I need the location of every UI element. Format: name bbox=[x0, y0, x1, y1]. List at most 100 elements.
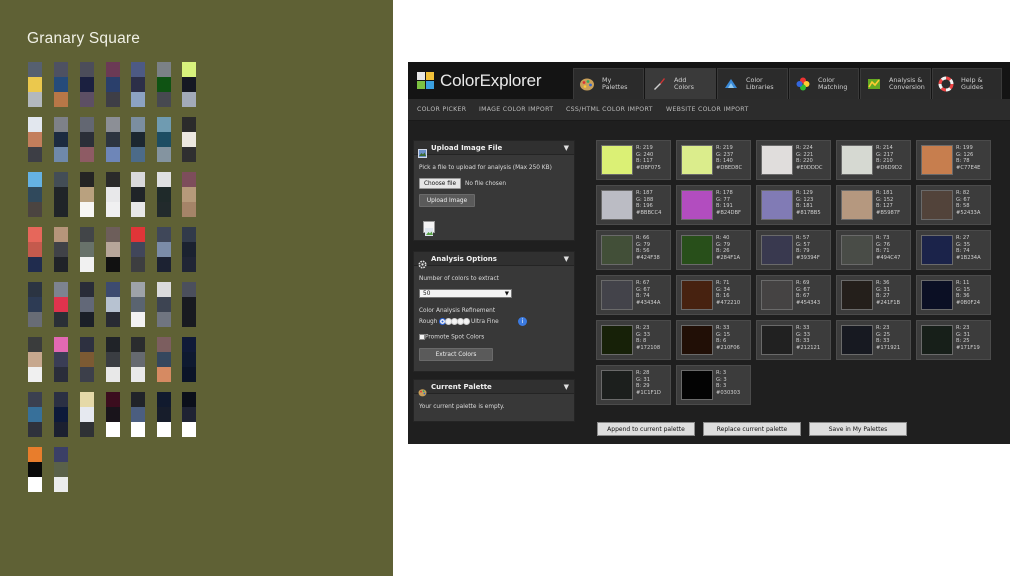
color-swatch[interactable] bbox=[681, 280, 713, 310]
color-card[interactable]: R: 36 G: 31 B: 27 #241F1B bbox=[836, 275, 911, 315]
info-icon[interactable]: i bbox=[518, 317, 527, 326]
color-value-r: R: 187 bbox=[636, 190, 653, 196]
subnav-item[interactable]: IMAGE COLOR IMPORT bbox=[479, 106, 553, 113]
extract-colors-button[interactable]: Extract Colors bbox=[419, 348, 493, 361]
color-swatch[interactable] bbox=[921, 280, 953, 310]
color-swatch[interactable] bbox=[681, 370, 713, 400]
palette-strip bbox=[28, 227, 42, 272]
collapse-arrow-icon[interactable]: ▼ bbox=[564, 383, 569, 391]
color-swatch[interactable] bbox=[681, 145, 713, 175]
color-swatch[interactable] bbox=[761, 145, 793, 175]
current-palette-header[interactable]: Current Palette ▼ bbox=[414, 380, 574, 397]
color-swatch[interactable] bbox=[921, 145, 953, 175]
color-card[interactable]: R: 129 G: 123 B: 181 #817BB5 bbox=[756, 185, 831, 225]
color-card[interactable]: R: 11 G: 15 B: 36 #0B0F24 bbox=[916, 275, 991, 315]
color-card[interactable]: R: 33 G: 15 B: 6 #210F06 bbox=[676, 320, 751, 360]
subnav-item[interactable]: CSS/HTML COLOR IMPORT bbox=[566, 106, 653, 113]
current-palette-panel: Current Palette ▼ Your current palette i… bbox=[413, 379, 575, 422]
tab-color-wheel[interactable]: Color Matching bbox=[789, 68, 859, 99]
color-swatch[interactable] bbox=[601, 145, 633, 175]
palette-swatch bbox=[157, 297, 171, 312]
palette-swatch bbox=[157, 242, 171, 257]
color-swatch[interactable] bbox=[601, 235, 633, 265]
color-card[interactable]: R: 3 G: 3 B: 3 #030303 bbox=[676, 365, 751, 405]
palette-swatch bbox=[28, 297, 42, 312]
color-card[interactable]: R: 219 G: 237 B: 140 #DBED8C bbox=[676, 140, 751, 180]
tab-brush[interactable]: Add Colors bbox=[645, 68, 716, 99]
save-palette-button[interactable]: Save in My Palettes bbox=[809, 422, 907, 436]
color-swatch[interactable] bbox=[681, 235, 713, 265]
color-swatch[interactable] bbox=[761, 190, 793, 220]
color-card[interactable]: R: 66 G: 79 B: 56 #424F38 bbox=[596, 230, 671, 270]
color-swatch[interactable] bbox=[761, 325, 793, 355]
color-card[interactable]: R: 224 G: 221 B: 220 #E0DDDC bbox=[756, 140, 831, 180]
subnav-item[interactable]: COLOR PICKER bbox=[417, 106, 466, 113]
color-value-h: #494C47 bbox=[876, 254, 901, 261]
color-value-h: #241F1B bbox=[876, 299, 901, 306]
color-swatch[interactable] bbox=[841, 325, 873, 355]
color-card[interactable]: R: 219 G: 240 B: 117 #DBF075 bbox=[596, 140, 671, 180]
color-count-select[interactable]: 50 ▼ bbox=[419, 289, 512, 298]
choose-file-button[interactable]: Choose file bbox=[419, 178, 461, 189]
color-swatch[interactable] bbox=[601, 325, 633, 355]
palette-swatch bbox=[106, 62, 120, 77]
color-value-h: #E0DDDC bbox=[796, 164, 823, 171]
color-card[interactable]: R: 67 G: 67 B: 74 #43434A bbox=[596, 275, 671, 315]
color-value-r: R: 33 bbox=[796, 325, 810, 331]
color-swatch[interactable] bbox=[681, 190, 713, 220]
tab-palette[interactable]: My Palettes bbox=[573, 68, 644, 99]
color-swatch[interactable] bbox=[921, 325, 953, 355]
color-swatch[interactable] bbox=[601, 280, 633, 310]
color-card[interactable]: R: 178 G: 77 B: 191 #B24DBF bbox=[676, 185, 751, 225]
palette-swatch bbox=[106, 367, 120, 382]
color-swatch[interactable] bbox=[841, 280, 873, 310]
color-swatch[interactable] bbox=[841, 235, 873, 265]
tab-library[interactable]: Color Libraries bbox=[717, 68, 788, 99]
upload-panel-header[interactable]: Upload Image File ▼ bbox=[414, 141, 574, 158]
color-swatch[interactable] bbox=[601, 370, 633, 400]
palette-strip bbox=[28, 337, 42, 382]
color-card[interactable]: R: 40 G: 79 B: 26 #284F1A bbox=[676, 230, 751, 270]
color-card[interactable]: R: 23 G: 33 B: 8 #172108 bbox=[596, 320, 671, 360]
color-card[interactable]: R: 73 G: 76 B: 71 #494C47 bbox=[836, 230, 911, 270]
color-swatch[interactable] bbox=[761, 280, 793, 310]
color-swatch[interactable] bbox=[841, 145, 873, 175]
color-swatch[interactable] bbox=[841, 190, 873, 220]
palette-swatch bbox=[54, 392, 68, 407]
subnav-item[interactable]: WEBSITE COLOR IMPORT bbox=[666, 106, 749, 113]
palette-swatch bbox=[28, 187, 42, 202]
color-swatch[interactable] bbox=[921, 235, 953, 265]
collapse-arrow-icon[interactable]: ▼ bbox=[564, 144, 569, 152]
color-swatch[interactable] bbox=[601, 190, 633, 220]
color-swatch[interactable] bbox=[681, 325, 713, 355]
append-palette-button[interactable]: Append to current palette bbox=[597, 422, 695, 436]
palette-swatch bbox=[131, 92, 145, 107]
color-swatch[interactable] bbox=[761, 235, 793, 265]
refine-radio-5[interactable] bbox=[463, 318, 471, 325]
color-card[interactable]: R: 33 G: 33 B: 33 #212121 bbox=[756, 320, 831, 360]
tab-lifebuoy[interactable]: Help & Guides bbox=[932, 68, 1002, 99]
color-value-b: B: 25 bbox=[956, 338, 970, 345]
color-card[interactable]: R: 199 G: 126 B: 78 #C77E4E bbox=[916, 140, 991, 180]
analysis-panel-header[interactable]: Analysis Options ▼ bbox=[414, 252, 574, 269]
color-card[interactable]: R: 214 G: 217 B: 210 #D6D9D2 bbox=[836, 140, 911, 180]
color-card[interactable]: R: 23 G: 25 B: 33 #171921 bbox=[836, 320, 911, 360]
color-card[interactable]: R: 27 G: 35 B: 74 #1B234A bbox=[916, 230, 991, 270]
color-card[interactable]: R: 82 G: 67 B: 58 #52433A bbox=[916, 185, 991, 225]
color-card[interactable]: R: 71 G: 34 B: 16 #472210 bbox=[676, 275, 751, 315]
logo[interactable]: ColorExplorer bbox=[417, 69, 542, 93]
tab-analysis[interactable]: Analysis & Conversion bbox=[860, 68, 931, 99]
color-card[interactable]: R: 28 G: 31 B: 29 #1C1F1D bbox=[596, 365, 671, 405]
color-swatch[interactable] bbox=[921, 190, 953, 220]
color-card[interactable]: R: 181 G: 152 B: 127 #B5987F bbox=[836, 185, 911, 225]
replace-palette-button[interactable]: Replace current palette bbox=[703, 422, 801, 436]
palette-swatch bbox=[54, 282, 68, 297]
collapse-arrow-icon[interactable]: ▼ bbox=[564, 255, 569, 263]
color-card[interactable]: R: 69 G: 67 B: 67 #454343 bbox=[756, 275, 831, 315]
color-card[interactable]: R: 187 G: 188 B: 196 #BBBCC4 bbox=[596, 185, 671, 225]
color-card[interactable]: R: 23 G: 31 B: 25 #171F19 bbox=[916, 320, 991, 360]
color-card[interactable]: R: 57 G: 57 B: 79 #39394F bbox=[756, 230, 831, 270]
color-value-g: G: 188 bbox=[636, 196, 654, 203]
upload-image-button[interactable]: Upload Image bbox=[419, 194, 475, 207]
color-values: R: 82 G: 67 B: 58 #52433A bbox=[956, 190, 980, 216]
